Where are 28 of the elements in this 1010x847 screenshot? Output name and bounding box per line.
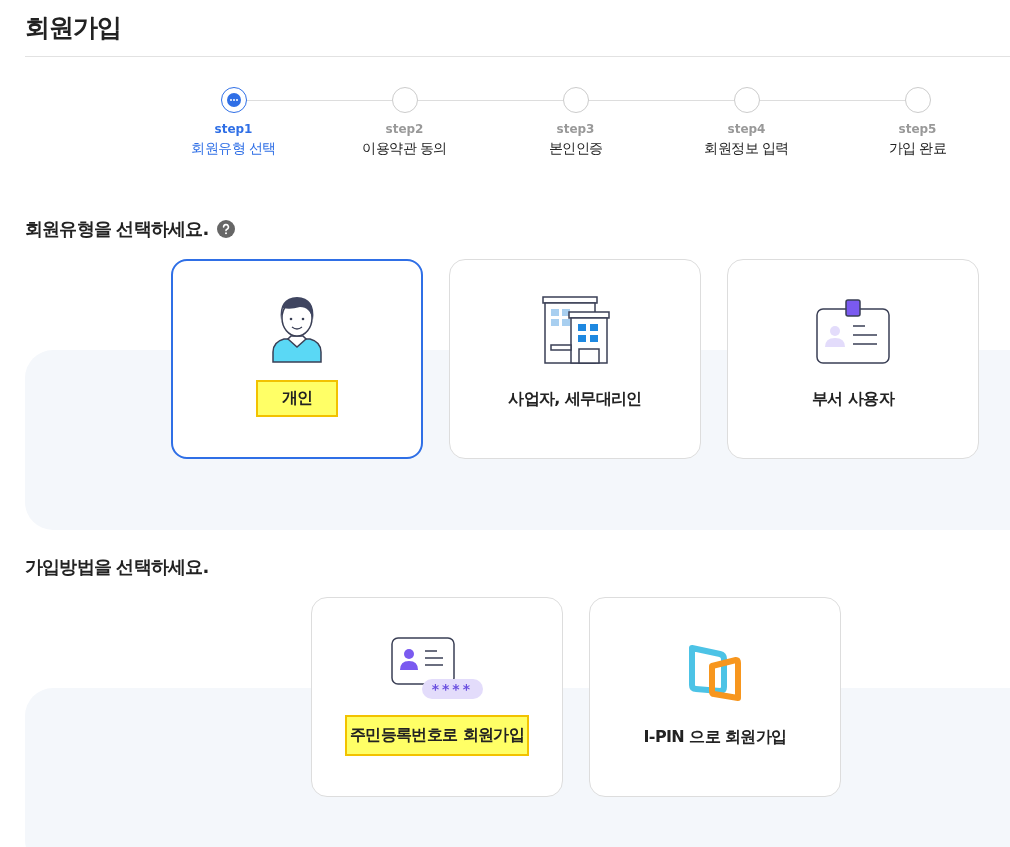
- step-name: 가입 완료: [888, 140, 947, 158]
- step-name: 회원유형 선택: [191, 140, 276, 158]
- option-card[interactable]: 부서 사용자: [727, 259, 979, 459]
- section-heading: 회원유형을 선택하세요.: [25, 217, 209, 241]
- step-name: 본인인증: [548, 140, 603, 158]
- step-label: step2: [385, 122, 424, 136]
- masked-pin: ****: [421, 679, 483, 699]
- option-card[interactable]: 개인: [171, 259, 423, 459]
- help-icon[interactable]: [216, 220, 235, 238]
- option-label: 개인: [255, 380, 339, 417]
- step-name: 이용약관 동의: [362, 140, 447, 158]
- building-icon: [539, 295, 611, 365]
- option-card[interactable]: I-PIN 으로 회원가입: [589, 597, 841, 797]
- step-name: 회원정보 입력: [704, 140, 789, 158]
- step-label: step5: [898, 122, 937, 136]
- id-badge-icon: [815, 299, 891, 365]
- option-label: 주민등록번호로 회원가입: [344, 715, 530, 756]
- option-label: 사업자, 세무대리인: [507, 388, 643, 410]
- option-card[interactable]: **** 주민등록번호로 회원가입: [311, 597, 563, 797]
- step-label: step3: [556, 122, 595, 136]
- step-label: step4: [727, 122, 766, 136]
- option-label: I-PIN 으로 회원가입: [642, 726, 788, 748]
- overlapping-frames-icon: [687, 643, 743, 703]
- page-title: 회원가입: [25, 12, 122, 44]
- section-heading: 가입방법을 선택하세요.: [25, 555, 209, 579]
- step-label: step1: [214, 122, 253, 136]
- option-card[interactable]: 사업자, 세무대리인: [449, 259, 701, 459]
- option-label: 부서 사용자: [811, 388, 896, 410]
